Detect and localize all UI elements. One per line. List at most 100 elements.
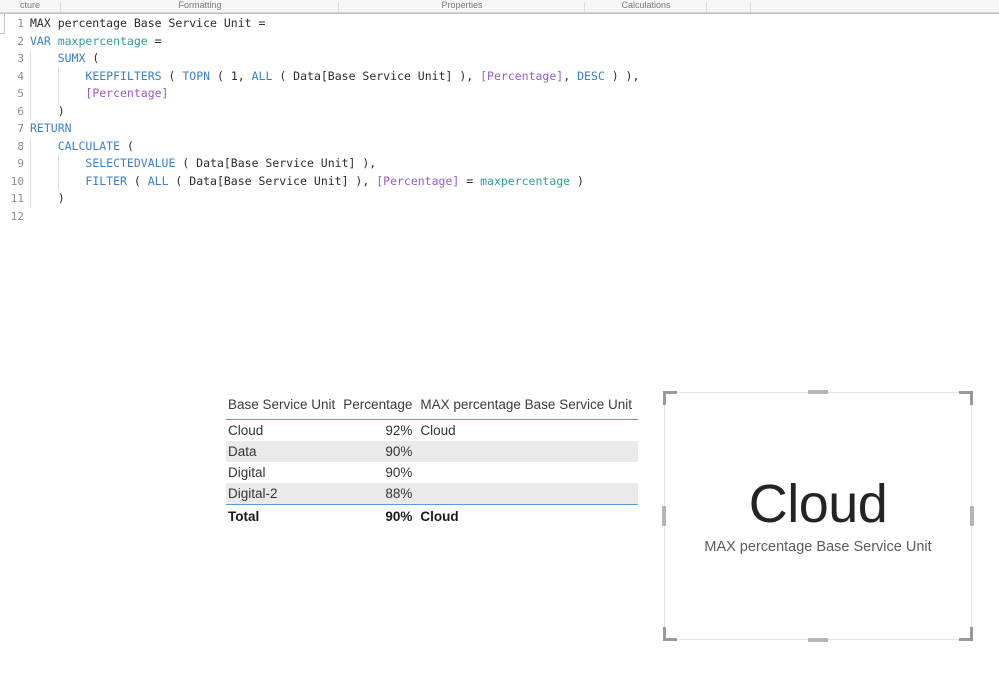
total-cell: Cloud bbox=[418, 504, 638, 527]
line-number: 9 bbox=[17, 157, 24, 170]
table-cell[interactable]: Cloud bbox=[226, 420, 341, 442]
code-line[interactable]: 9 SELECTEDVALUE ( Data[Base Service Unit… bbox=[0, 155, 999, 173]
table-row[interactable]: Digital 90% bbox=[226, 462, 638, 483]
code-line[interactable]: 1 MAX percentage Base Service Unit = bbox=[0, 15, 999, 33]
table-cell[interactable] bbox=[418, 483, 638, 505]
code-text: ) bbox=[30, 190, 65, 208]
code-text: ) bbox=[30, 103, 65, 121]
code-line[interactable]: 12 bbox=[0, 208, 999, 226]
table-cell[interactable]: 92% bbox=[341, 420, 418, 442]
line-number: 1 bbox=[17, 17, 24, 30]
code-line[interactable]: 11 ) bbox=[0, 190, 999, 208]
code-text: SUMX ( bbox=[30, 50, 100, 68]
table-cell[interactable]: 90% bbox=[341, 441, 419, 462]
table-visual[interactable]: Base Service Unit Percentage MAX percentag… bbox=[226, 395, 638, 527]
code-line[interactable]: 7 RETURN bbox=[0, 120, 999, 138]
code-token: maxpercentage bbox=[57, 33, 148, 48]
ribbon-group-label-0: cture bbox=[19, 0, 40, 10]
code-token: , bbox=[563, 68, 578, 83]
code-token: SUMX bbox=[57, 51, 86, 65]
dax-code-area[interactable]: 1 MAX percentage Base Service Unit = 2 VAR … bbox=[0, 15, 999, 225]
code-token: ALL bbox=[147, 173, 169, 188]
resize-handle-bottom-left[interactable] bbox=[663, 627, 677, 641]
line-number: 6 bbox=[17, 104, 24, 118]
code-token: ) bbox=[30, 191, 65, 205]
code-line[interactable]: 4 KEEPFILTERS ( TOPN ( 1, ALL ( Data[Bas… bbox=[0, 67, 999, 85]
code-token: ( bbox=[85, 51, 100, 65]
table-row[interactable]: Data 90% bbox=[226, 441, 638, 462]
code-text: MAX percentage Base Service Unit = bbox=[30, 15, 265, 33]
code-line[interactable]: 6 ) bbox=[0, 102, 999, 121]
table-row[interactable]: Cloud 92% Cloud bbox=[226, 420, 638, 442]
resize-handle-top-left[interactable] bbox=[663, 391, 677, 405]
table-total-row: Total 90% Cloud bbox=[226, 504, 638, 527]
table-cell[interactable]: Data bbox=[226, 441, 342, 462]
code-line[interactable]: 5 [Percentage] bbox=[0, 85, 999, 103]
code-token: TOPN bbox=[182, 68, 211, 83]
table-row[interactable]: Digital-2 88% bbox=[226, 483, 638, 505]
resize-handle-left[interactable] bbox=[662, 506, 666, 526]
results-table[interactable]: Base Service Unit Percentage MAX percentag… bbox=[226, 395, 638, 527]
resize-handle-top[interactable] bbox=[808, 390, 828, 394]
table-cell[interactable] bbox=[418, 462, 638, 483]
code-token: ( bbox=[120, 138, 134, 153]
ribbon-separator-2 bbox=[584, 2, 585, 12]
line-number: 7 bbox=[17, 122, 24, 135]
table-cell[interactable]: 88% bbox=[341, 483, 419, 505]
code-token: ( Data[Base Service Unit] ), bbox=[272, 68, 481, 83]
line-number: 11 bbox=[10, 192, 24, 205]
card-visual[interactable]: Cloud MAX percentage Base Service Unit bbox=[662, 390, 974, 642]
column-header-0[interactable]: Base Service Unit bbox=[226, 395, 342, 420]
code-token: ( Data[Base Service Unit] ), bbox=[168, 173, 377, 188]
code-line[interactable]: 3 SUMX ( bbox=[0, 50, 999, 68]
ribbon-group-label-1: Formatting bbox=[178, 0, 222, 10]
line-number: 12 bbox=[10, 209, 24, 223]
code-token: ALL bbox=[251, 68, 273, 83]
code-text: VAR maxpercentage = bbox=[30, 33, 162, 51]
table-cell[interactable]: Cloud bbox=[418, 420, 638, 442]
resize-handle-right[interactable] bbox=[970, 506, 974, 526]
report-canvas[interactable]: Base Service Unit Percentage MAX percentag… bbox=[0, 236, 999, 689]
table-body[interactable]: Cloud 92% Cloud Data 90% Digital 90% Digital-2 8… bbox=[226, 420, 638, 505]
code-token: 1 bbox=[230, 68, 238, 83]
card-value: Cloud bbox=[748, 474, 888, 535]
column-header-1[interactable]: Percentage bbox=[341, 395, 419, 420]
column-header-2[interactable]: MAX percentage Base Service Unit bbox=[418, 395, 638, 420]
code-token: ) ), bbox=[604, 68, 640, 83]
code-token: = bbox=[147, 33, 162, 48]
ribbon-group-label-3: Calculations bbox=[621, 0, 671, 10]
code-token: ) bbox=[570, 173, 584, 188]
code-token: ( bbox=[126, 173, 148, 188]
ribbon-separator-4 bbox=[750, 2, 751, 12]
code-token: SELECTEDVALUE bbox=[85, 156, 176, 170]
code-text: FILTER ( ALL ( Data[Base Service Unit] )… bbox=[30, 173, 584, 191]
table-cell[interactable] bbox=[418, 441, 638, 462]
code-token: [Percentage] bbox=[376, 173, 460, 188]
table-header-row: Base Service Unit Percentage MAX percentag… bbox=[226, 395, 638, 420]
code-line[interactable]: 2 VAR maxpercentage = bbox=[0, 33, 999, 51]
resize-handle-bottom[interactable] bbox=[808, 638, 828, 642]
code-text: SELECTEDVALUE ( Data[Base Service Unit] … bbox=[30, 155, 376, 173]
code-text: [Percentage] bbox=[30, 85, 168, 103]
table-cell[interactable]: 90% bbox=[341, 462, 418, 483]
card-label: MAX percentage Base Service Unit bbox=[704, 538, 932, 555]
line-number: 5 bbox=[17, 87, 24, 100]
code-token: VAR bbox=[30, 33, 58, 48]
code-text: CALCULATE ( bbox=[30, 138, 134, 156]
total-row: Total 90% Cloud bbox=[226, 504, 638, 527]
code-line[interactable]: 8 CALCULATE ( bbox=[0, 137, 999, 156]
ribbon-strip: cture Formatting Properties Calculations bbox=[0, 0, 999, 13]
code-token: MAX percentage Base Service Unit = bbox=[30, 16, 266, 30]
line-number: 8 bbox=[17, 139, 24, 153]
table-cell[interactable]: Digital bbox=[226, 462, 341, 483]
dax-formula-editor[interactable]: 1 MAX percentage Base Service Unit = 2 VAR … bbox=[0, 13, 999, 237]
code-token: ) bbox=[30, 103, 65, 118]
table-cell[interactable]: Digital-2 bbox=[226, 483, 342, 505]
code-line[interactable]: 10 FILTER ( ALL ( Data[Base Service Unit… bbox=[0, 172, 999, 191]
line-number: 4 bbox=[17, 69, 24, 83]
resize-handle-top-right[interactable] bbox=[959, 391, 973, 405]
resize-handle-bottom-right[interactable] bbox=[959, 627, 973, 641]
